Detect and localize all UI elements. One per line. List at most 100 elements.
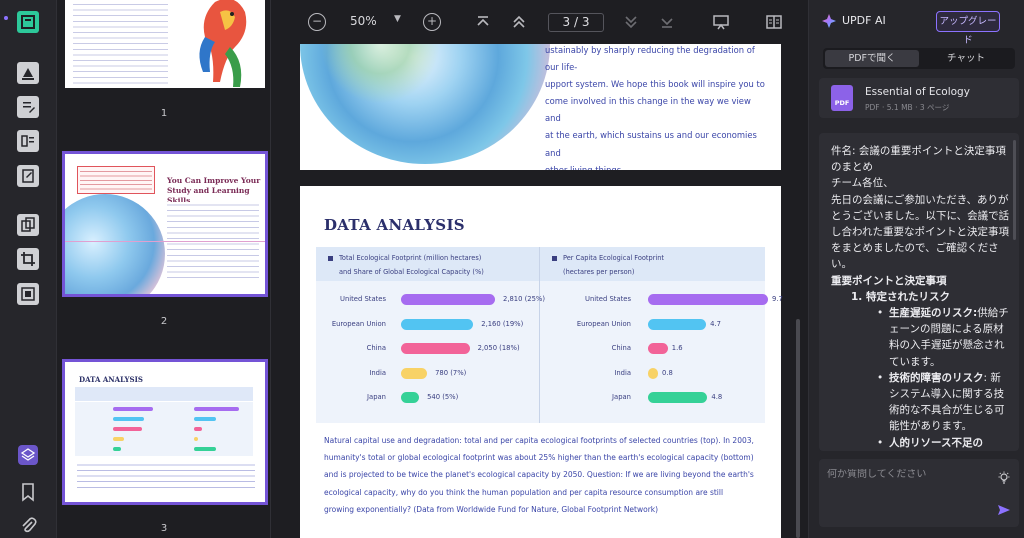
thumb-chart-header: [75, 387, 253, 401]
msg-greeting: チーム各位、: [831, 177, 894, 190]
bar-label: Japan: [367, 393, 386, 401]
zoom-in-icon[interactable]: +: [423, 13, 441, 31]
chart-divider: [539, 247, 540, 423]
left-chart-title: Total Ecological Footprint (million hect…: [328, 251, 484, 279]
zoom-level[interactable]: 50%: [350, 14, 377, 28]
question-input[interactable]: [827, 469, 977, 480]
first-page-icon[interactable]: [474, 13, 492, 31]
right-chart-title: Per Capita Ecological Footprint (hectare…: [552, 251, 664, 279]
bar-value-label: 0.8: [662, 369, 673, 377]
bar-label: European Union: [331, 320, 386, 328]
lightbulb-icon[interactable]: [997, 471, 1011, 485]
caption-paragraph: Natural capital use and degradation: tot…: [324, 436, 754, 514]
tab-chat[interactable]: チャット: [919, 50, 1013, 67]
current-page: 3: [562, 15, 571, 29]
bar: [401, 392, 420, 403]
page-title: DATA ANALYSIS: [324, 216, 465, 234]
bar: [648, 319, 707, 330]
total-pages: 3: [581, 15, 590, 29]
zoom-out-icon[interactable]: −: [308, 13, 326, 31]
organize-pages-icon[interactable]: [17, 214, 39, 236]
bar-label: United States: [339, 295, 386, 303]
updf-window: 1 You Can Improve Your Study and Learnin…: [0, 0, 1024, 538]
highlighter-icon[interactable]: [17, 62, 39, 84]
tab-ask-pdf[interactable]: PDFで聞く: [825, 50, 919, 67]
file-meta: PDF · 5.1 MB · 3 ページ: [865, 103, 950, 112]
chat-scrollbar[interactable]: [1013, 140, 1016, 240]
thumb-highlight-line: [65, 241, 265, 242]
document-scrollbar[interactable]: [796, 319, 800, 538]
file-name: Essential of Ecology: [865, 86, 970, 98]
msg-item-1: 1. 特定されたリスク: [851, 290, 950, 303]
msg-intro: 先日の会議にご参加いただき、ありがとうございました。以下に、会議で話し合われた重…: [831, 193, 1010, 271]
thumb-body-text: [73, 2, 168, 86]
bullet-title: 人的リソース不足の: [889, 436, 983, 449]
zoom-dropdown-icon[interactable]: ▼: [394, 14, 401, 24]
bar-value-label: 540 (5%): [427, 393, 459, 401]
page-3: DATA ANALYSIS Total Ecological Footprint…: [300, 186, 783, 538]
msg-bullet: • 人的リソース不足の: [877, 436, 983, 449]
indicator-dot: [4, 16, 8, 20]
thumbnail-panel: 1 You Can Improve Your Study and Learnin…: [57, 0, 271, 538]
globe-illustration: [65, 194, 165, 294]
thumbnail-page-2-number: 2: [160, 316, 168, 327]
bullet-title: 生産遅延のリスク:: [889, 307, 978, 320]
send-icon[interactable]: [997, 503, 1011, 517]
thumb-body-text: [77, 462, 255, 492]
bar: [648, 294, 768, 305]
page-2-line: come involved in this change in the way …: [545, 96, 751, 124]
square-bullet-icon: [552, 255, 557, 261]
page-2-text: ustainably by sharply reducing the degra…: [545, 44, 765, 170]
pdf-file-icon: PDF: [831, 85, 853, 111]
right-chart-title-1: Per Capita Ecological Footprint: [563, 254, 664, 262]
attachment-icon[interactable]: [17, 514, 39, 536]
bar: [648, 392, 708, 403]
document-viewer[interactable]: ustainably by sharply reducing the degra…: [272, 44, 808, 538]
compress-icon[interactable]: [17, 283, 39, 305]
thumbnail-page-1-number: 1: [160, 108, 168, 119]
thumb-chart-right: [164, 402, 253, 456]
bar-value-label: 4.8: [711, 393, 723, 401]
reader-icon[interactable]: [17, 11, 39, 33]
crop-icon[interactable]: [17, 248, 39, 270]
upgrade-button[interactable]: アップグレード: [936, 11, 1000, 46]
presentation-icon[interactable]: [712, 13, 730, 31]
thumbnail-page-3[interactable]: DATA ANALYSIS: [62, 359, 268, 505]
edit-pdf-icon[interactable]: [17, 165, 39, 187]
edit-text-icon[interactable]: [17, 96, 39, 118]
thumbnail-page-2[interactable]: You Can Improve Your Study and Learning …: [62, 151, 268, 297]
bar-value-label: 2,160 (19%): [481, 320, 524, 328]
msg-bullet: • 生産遅延のリスク:供給チェーンの問題による原材料の入手遅延が懸念されています。: [877, 307, 1009, 368]
bullet-title: 技術的障害のリスク: [889, 371, 984, 384]
last-page-icon[interactable]: [658, 13, 676, 31]
layers-icon[interactable]: [17, 444, 39, 466]
left-chart-title-1: Total Ecological Footprint (million hect…: [339, 254, 482, 262]
bar-label: Japan: [612, 393, 631, 401]
page-2-line: at the earth, which sustains us and our …: [545, 130, 757, 158]
page-separator: /: [573, 15, 579, 29]
bar-value-label: 2,810 (25%): [503, 295, 546, 303]
bar-value-label: 2,050 (18%): [477, 344, 520, 352]
bar: [401, 319, 474, 330]
page-2: ustainably by sharply reducing the degra…: [300, 44, 781, 170]
form-icon[interactable]: [17, 130, 39, 152]
bar: [401, 368, 428, 379]
page-indicator[interactable]: 3 / 3: [548, 13, 604, 32]
bar-value-label: 9.7: [772, 295, 783, 303]
msg-heading: 重要ポイントと決定事項: [831, 274, 947, 287]
next-page-icon[interactable]: [622, 13, 640, 31]
page-2-line: upport system. We hope this book will in…: [545, 79, 765, 90]
previous-page-icon[interactable]: [510, 13, 528, 31]
ai-mode-tabs: PDFで聞く チャット: [823, 48, 1015, 69]
page-layout-icon[interactable]: [765, 13, 783, 31]
left-chart-title-2: and Share of Global Ecological Capacity …: [339, 268, 484, 276]
file-card[interactable]: PDF Essential of Ecology PDF · 5.1 MB · …: [819, 78, 1019, 118]
ai-response: 件名: 会議の重要ポイントと決定事項のまとめ チーム各位、 先日の会議にご参加い…: [819, 133, 1019, 451]
bar: [401, 343, 470, 354]
thumbnail-page-1[interactable]: [65, 0, 265, 88]
bar-value-label: 1.6: [671, 344, 683, 352]
bar-label: India: [369, 369, 386, 377]
bookmark-icon[interactable]: [17, 481, 39, 503]
msg-subject: 件名: 会議の重要ポイントと決定事項のまとめ: [831, 145, 1006, 174]
thumb-callout-box: [77, 166, 155, 194]
